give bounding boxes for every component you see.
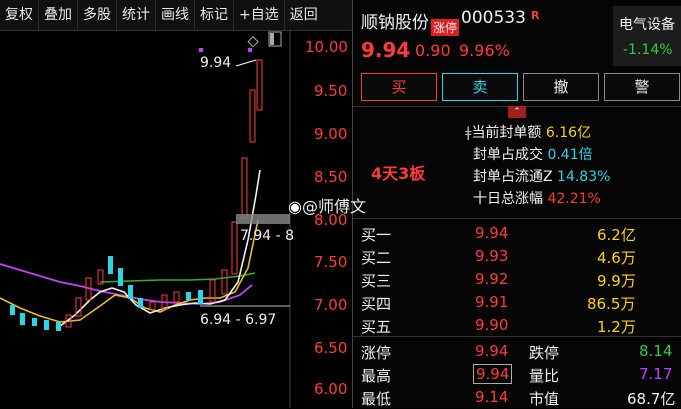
range-label-bottom: 6.94 - 6.97 — [200, 312, 277, 328]
divider — [353, 218, 681, 219]
bid-row[interactable]: 买二 9.93 4.6万 — [353, 245, 681, 268]
seal-row: 封单占成交 0.41倍 — [473, 147, 593, 163]
axis-label: 6.00 — [314, 380, 348, 398]
axis-label: 7.50 — [314, 253, 348, 271]
axis-label: 9.50 — [314, 82, 348, 100]
stats-row: 涨停 9.94 跌停 8.14 — [361, 342, 673, 362]
draw-line-button[interactable]: 画线 — [156, 0, 195, 30]
buy-button[interactable]: 买 — [361, 73, 437, 101]
price-change: 0.90 — [415, 41, 451, 60]
axis-label: 6.50 — [314, 339, 348, 357]
bid-row[interactable]: 买五 9.90 1.2万 — [353, 314, 681, 337]
stats-row: 最高 9.94 量比 7.17 — [361, 364, 673, 385]
alert-button[interactable]: 警 — [604, 73, 680, 101]
chart-toolbar: 复权 叠加 多股 统计 画线 标记 +自选 返回 — [0, 0, 352, 31]
high-price-marker: 9.94 — [200, 55, 232, 71]
bid-row[interactable]: 买四 9.91 86.5万 — [353, 291, 681, 314]
range-label-top: 7.94 - 8 — [240, 228, 295, 244]
seal-row: ǂ当前封单额 6.16亿 — [465, 125, 592, 141]
statistics-button[interactable]: 统计 — [117, 0, 156, 30]
candles — [10, 59, 263, 331]
sell-button[interactable]: 卖 — [442, 73, 518, 101]
kline-chart[interactable]: 9.94 7.94 - 8 6.94 - 6.97 10.00 9.50 9.0… — [0, 30, 352, 408]
stats-row: 最低 9.14 市值 68.7亿 — [361, 388, 676, 408]
seal-row: 十日总涨幅 42.21% — [473, 191, 601, 207]
seal-info: ǂ当前封单额 6.16亿 封单占成交 0.41倍 封单占流通Z 14.83% 十… — [465, 122, 610, 210]
multi-stock-button[interactable]: 多股 — [78, 0, 117, 30]
sector-name: 电气设备 — [619, 17, 675, 33]
sector-pct: -1.14% — [623, 42, 673, 58]
bid-row[interactable]: 买三 9.92 9.9万 — [353, 268, 681, 291]
overlay-button[interactable]: 叠加 — [39, 0, 78, 30]
restore-rights-button[interactable]: 复权 — [0, 0, 39, 30]
ma-line-yellow — [0, 219, 259, 323]
high-value-box: 9.94 — [473, 364, 513, 384]
back-button[interactable]: 返回 — [285, 0, 323, 30]
limit-up-badge: 涨停 — [431, 19, 460, 36]
add-watchlist-button[interactable]: +自选 — [234, 0, 285, 30]
stock-name: 顺钠股份 — [361, 13, 429, 33]
r-mark: R — [531, 9, 540, 22]
cancel-order-button[interactable]: 撤 — [523, 73, 599, 101]
weibo-icon: ◉ — [288, 197, 302, 216]
seal-row: 封单占流通Z 14.83% — [473, 169, 611, 185]
divider — [353, 336, 681, 337]
price-change-pct: 9.96% — [459, 41, 510, 60]
sector-box[interactable]: 电气设备 -1.14% — [613, 6, 681, 66]
axis-label: 8.50 — [314, 168, 348, 186]
last-price: 9.94 — [361, 38, 411, 62]
axis-label: 10.00 — [305, 38, 348, 56]
collapse-chevron-icon[interactable]: ⌃ — [508, 106, 526, 118]
kline-svg — [0, 30, 291, 408]
stock-code: 000533 — [461, 8, 526, 28]
bid-row[interactable]: 买一 9.94 6.2亿 — [353, 222, 681, 245]
axis-label: 9.00 — [314, 125, 348, 143]
board-tag: 4天3板 — [371, 164, 426, 183]
axis-label: 7.00 — [314, 296, 348, 314]
mark-button[interactable]: 标记 — [195, 0, 234, 30]
watermark: ◉@师傅文 — [288, 197, 366, 216]
quote-panel: 顺钠股份 涨停 000533 R 9.94 0.90 9.96% 电气设备 -1… — [353, 0, 681, 408]
